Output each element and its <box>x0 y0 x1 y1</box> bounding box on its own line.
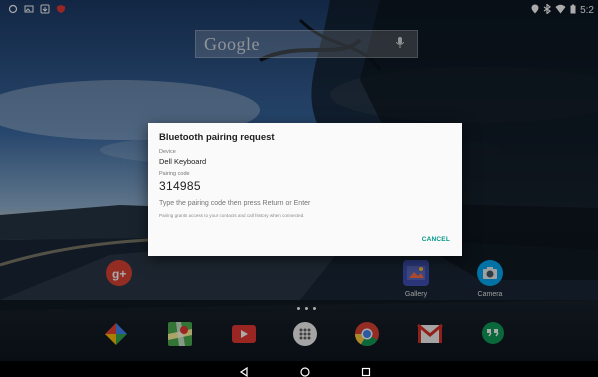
bluetooth-pairing-dialog: Bluetooth pairing request Device Dell Ke… <box>148 123 462 256</box>
cancel-button[interactable]: CANCEL <box>422 236 450 243</box>
back-icon[interactable] <box>239 364 249 377</box>
dialog-title: Bluetooth pairing request <box>159 132 275 143</box>
pairing-note: Pairing grants access to your contacts a… <box>159 213 305 218</box>
home-icon[interactable] <box>300 364 310 377</box>
home-screen: 5:2 Google g+ G+ Gallery Camera <box>0 0 598 377</box>
pairing-code: 314985 <box>159 179 201 193</box>
pairing-code-label: Pairing code <box>159 171 190 177</box>
device-label: Device <box>159 149 176 155</box>
device-name: Dell Keyboard <box>159 157 207 166</box>
pairing-instruction: Type the pairing code then press Return … <box>159 200 311 207</box>
navigation-bar <box>0 361 598 377</box>
recents-icon[interactable] <box>361 364 371 377</box>
